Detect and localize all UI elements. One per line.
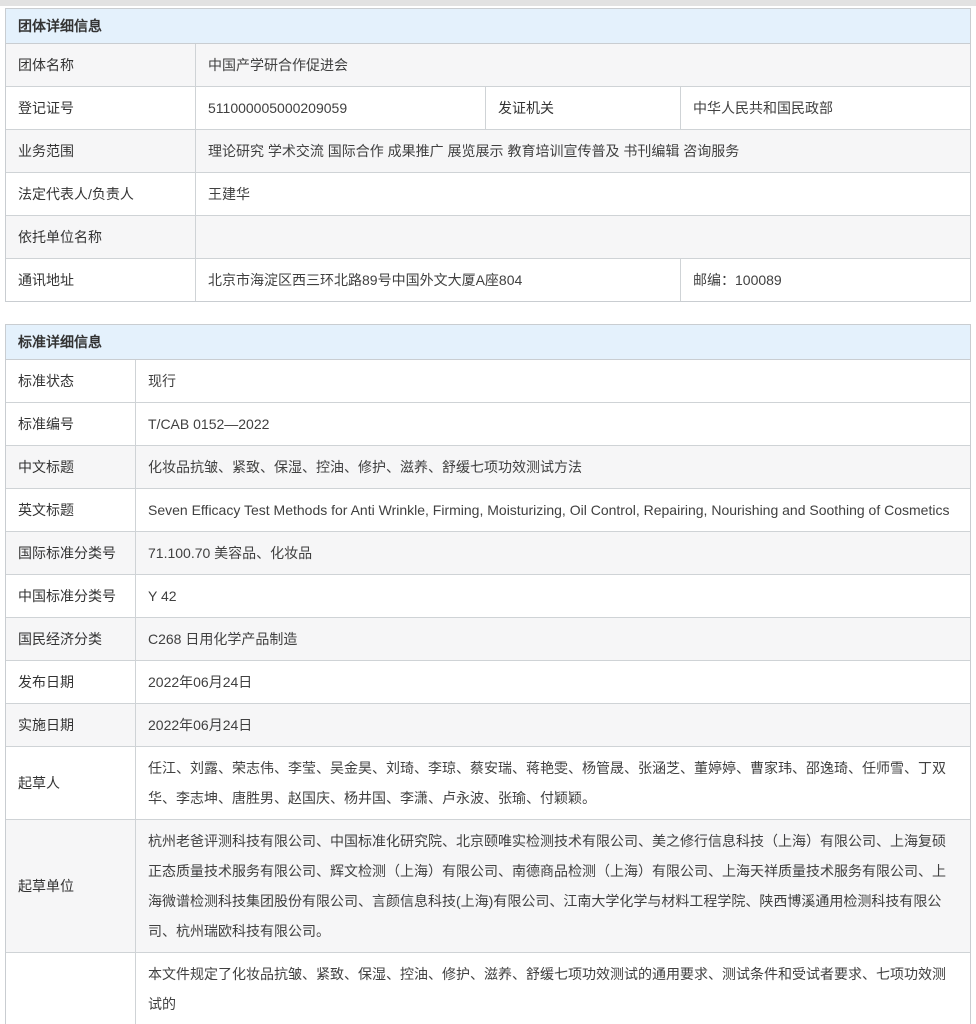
table-row: 标准状态 现行 bbox=[6, 360, 970, 403]
row-label: 团体名称 bbox=[6, 44, 196, 86]
row-value: C268 日用化学产品制造 bbox=[136, 618, 970, 660]
table-row: 起草人 任江、刘露、荣志伟、李莹、吴金昊、刘琦、李琼、蔡安瑞、蒋艳雯、杨管晟、张… bbox=[6, 747, 970, 820]
table-row-group-name: 团体名称 中国产学研合作促进会 bbox=[6, 44, 970, 87]
standard-info-table: 标准详细信息 标准状态 现行 标准编号 T/CAB 0152—2022 中文标题… bbox=[5, 324, 971, 1024]
standard-table-title: 标准详细信息 bbox=[6, 325, 970, 360]
row-value: 现行 bbox=[136, 360, 970, 402]
table-row: 起草单位 杭州老爸评测科技有限公司、中国标准化研究院、北京颐唯实检测技术有限公司… bbox=[6, 820, 970, 953]
row-value bbox=[196, 216, 970, 258]
row-label: 国际标准分类号 bbox=[6, 532, 136, 574]
table-row-registration: 登记证号 511000005000209059 发证机关 中华人民共和国民政部 bbox=[6, 87, 970, 130]
row-label: 法定代表人/负责人 bbox=[6, 173, 196, 215]
table-row-legal-rep: 法定代表人/负责人 王建华 bbox=[6, 173, 970, 216]
table-row: 英文标题 Seven Efficacy Test Methods for Ant… bbox=[6, 489, 970, 532]
row-value: T/CAB 0152—2022 bbox=[136, 403, 970, 445]
table-row: 中文标题 化妆品抗皱、紧致、保湿、控油、修护、滋养、舒缓七项功效测试方法 bbox=[6, 446, 970, 489]
top-partial-row bbox=[0, 0, 976, 6]
table-row: 中国标准分类号 Y 42 bbox=[6, 575, 970, 618]
row-value: 王建华 bbox=[196, 173, 970, 215]
table-row: 标准编号 T/CAB 0152—2022 bbox=[6, 403, 970, 446]
row-label: 起草单位 bbox=[6, 820, 136, 952]
row-label: 登记证号 bbox=[6, 87, 196, 129]
table-row: 实施日期 2022年06月24日 bbox=[6, 704, 970, 747]
row-label: 依托单位名称 bbox=[6, 216, 196, 258]
row-value: 化妆品抗皱、紧致、保湿、控油、修护、滋养、舒缓七项功效测试方法 bbox=[136, 446, 970, 488]
row-label: 实施日期 bbox=[6, 704, 136, 746]
table-row: 国际标准分类号 71.100.70 美容品、化妆品 bbox=[6, 532, 970, 575]
row-value: 71.100.70 美容品、化妆品 bbox=[136, 532, 970, 574]
row-value: 北京市海淀区西三环北路89号中国外文大厦A座804 bbox=[196, 259, 681, 301]
table-row-supporting-unit: 依托单位名称 bbox=[6, 216, 970, 259]
row-value: 中国产学研合作促进会 bbox=[196, 44, 970, 86]
row-label: 发布日期 bbox=[6, 661, 136, 703]
row-label: 业务范围 bbox=[6, 130, 196, 172]
row-value: 本文件规定了化妆品抗皱、紧致、保湿、控油、修护、滋养、舒缓七项功效测试的通用要求… bbox=[136, 953, 970, 1024]
row-label: 起草人 bbox=[6, 747, 136, 819]
row-value: 理论研究 学术交流 国际合作 成果推广 展览展示 教育培训宣传普及 书刊编辑 咨… bbox=[196, 130, 970, 172]
table-row-address: 通讯地址 北京市海淀区西三环北路89号中国外文大厦A座804 邮编：100089 bbox=[6, 259, 970, 301]
row-label-authority: 发证机关 bbox=[486, 87, 681, 129]
table-row: 发布日期 2022年06月24日 bbox=[6, 661, 970, 704]
row-label: 中国标准分类号 bbox=[6, 575, 136, 617]
row-label: 标准编号 bbox=[6, 403, 136, 445]
row-label: 英文标题 bbox=[6, 489, 136, 531]
row-label bbox=[6, 953, 136, 1024]
group-info-table: 团体详细信息 团体名称 中国产学研合作促进会 登记证号 511000005000… bbox=[5, 8, 971, 302]
row-label: 通讯地址 bbox=[6, 259, 196, 301]
table-row-business-scope: 业务范围 理论研究 学术交流 国际合作 成果推广 展览展示 教育培训宣传普及 书… bbox=[6, 130, 970, 173]
row-value: 511000005000209059 bbox=[196, 87, 486, 129]
row-value: Seven Efficacy Test Methods for Anti Wri… bbox=[136, 489, 970, 531]
row-value: 杭州老爸评测科技有限公司、中国标准化研究院、北京颐唯实检测技术有限公司、美之修行… bbox=[136, 820, 970, 952]
row-value-postcode: 邮编：100089 bbox=[681, 259, 970, 301]
row-label: 标准状态 bbox=[6, 360, 136, 402]
row-value: 2022年06月24日 bbox=[136, 661, 970, 703]
group-table-title: 团体详细信息 bbox=[6, 9, 970, 44]
row-value: 2022年06月24日 bbox=[136, 704, 970, 746]
table-row: 国民经济分类 C268 日用化学产品制造 bbox=[6, 618, 970, 661]
row-label: 国民经济分类 bbox=[6, 618, 136, 660]
row-label: 中文标题 bbox=[6, 446, 136, 488]
table-row: 本文件规定了化妆品抗皱、紧致、保湿、控油、修护、滋养、舒缓七项功效测试的通用要求… bbox=[6, 953, 970, 1024]
row-value: 任江、刘露、荣志伟、李莹、吴金昊、刘琦、李琼、蔡安瑞、蒋艳雯、杨管晟、张涵芝、董… bbox=[136, 747, 970, 819]
row-value-authority: 中华人民共和国民政部 bbox=[681, 87, 970, 129]
row-value: Y 42 bbox=[136, 575, 970, 617]
